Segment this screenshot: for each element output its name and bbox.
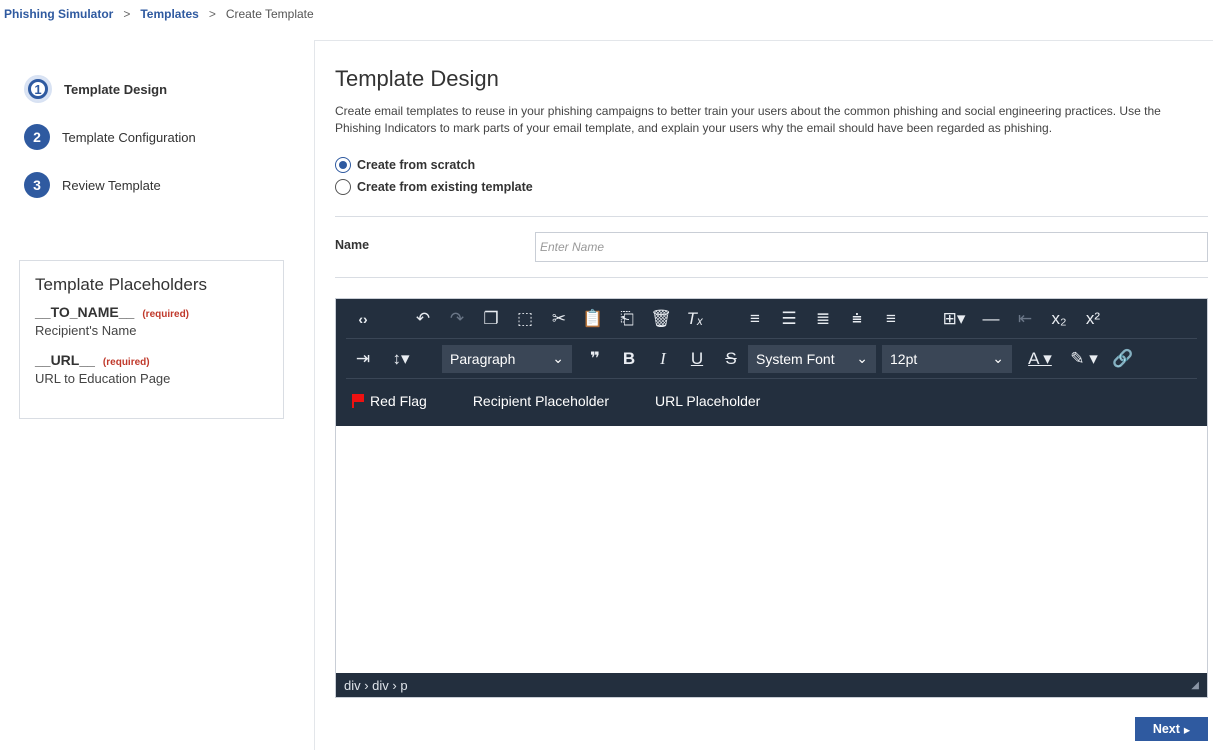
subscript-icon[interactable]: x₂	[1042, 304, 1076, 334]
indent-icon[interactable]: ⇥	[346, 344, 380, 374]
cut-icon[interactable]: ✂	[542, 304, 576, 334]
chevron-down-icon: ⌄	[552, 350, 564, 366]
template-placeholders-panel: Template Placeholders __TO_NAME__ (requi…	[19, 260, 284, 419]
breadcrumb-current: Create Template	[225, 7, 314, 21]
breadcrumb-templates[interactable]: Templates	[140, 7, 198, 21]
radio-button-selected[interactable]	[335, 157, 351, 173]
next-label: Next	[1152, 722, 1180, 736]
undo-icon[interactable]: ↶	[406, 304, 440, 334]
clear-formatting-icon[interactable]: Tₓ	[678, 304, 712, 334]
editor-content-area[interactable]	[336, 426, 1207, 673]
resize-handle-icon[interactable]: ◢	[1191, 680, 1199, 691]
align-center-icon[interactable]: ≡	[738, 304, 772, 334]
radio-create-from-scratch[interactable]: Create from scratch	[335, 157, 475, 173]
step-template-design[interactable]: 1 Template Design	[24, 75, 196, 103]
step-number: 3	[24, 172, 50, 198]
italic-icon[interactable]: I	[646, 344, 680, 374]
table-icon[interactable]: ⊞▾	[934, 304, 974, 334]
strike-lines-icon[interactable]: ⩧	[840, 304, 874, 334]
align-justify-icon[interactable]: ☰	[772, 304, 806, 334]
radio-button[interactable]	[335, 179, 351, 195]
text-color-icon[interactable]: A ▾	[1018, 344, 1062, 374]
next-button[interactable]: Next ▸	[1135, 717, 1208, 741]
breadcrumb: Phishing Simulator > Templates > Create …	[4, 7, 314, 21]
paste-text-icon[interactable]: ⎗	[610, 304, 644, 334]
align-left-icon[interactable]: ≣	[806, 304, 840, 334]
toolbar-row-2: ⇥ ↕▾ Paragraph ⌄ ❞ B I U S System Font ⌄…	[346, 339, 1197, 379]
copy-icon[interactable]: ❐	[474, 304, 508, 334]
align-right-icon[interactable]: ≡	[874, 304, 908, 334]
toolbar-row-3: Red Flag Recipient Placeholder URL Place…	[346, 379, 1197, 423]
source-code-icon[interactable]: ‹›	[346, 304, 380, 334]
font-size-select[interactable]: 12pt ⌄	[882, 344, 1012, 373]
breadcrumb-phishing-simulator[interactable]: Phishing Simulator	[4, 7, 113, 21]
url-placeholder-button[interactable]: URL Placeholder	[649, 393, 760, 409]
select-all-icon[interactable]: ⬚	[508, 304, 542, 334]
placeholder-key: __TO_NAME__	[35, 304, 135, 320]
underline-icon[interactable]: U	[680, 344, 714, 374]
red-flag-button[interactable]: Red Flag	[346, 393, 427, 409]
block-format-value: Paragraph	[450, 350, 516, 367]
superscript-icon[interactable]: x²	[1076, 304, 1110, 334]
horizontal-line-icon[interactable]: —	[974, 304, 1008, 334]
step-label: Template Design	[64, 81, 168, 97]
step-number: 2	[24, 124, 50, 150]
editor-statusbar: div › div › p ◢	[336, 673, 1207, 697]
step-label: Template Configuration	[62, 129, 196, 145]
page-description: Create email templates to reuse in your …	[335, 104, 1161, 135]
step-review-template[interactable]: 3 Review Template	[24, 172, 196, 198]
block-format-select[interactable]: Paragraph ⌄	[442, 344, 572, 373]
rich-text-editor: ‹› ↶ ↷ ❐ ⬚ ✂ 📋 ⎗ 🗑 Tₓ ≡ ☰ ≣ ⩧ ≡ ⊞▾ — ⇤ x…	[335, 298, 1208, 698]
radio-label: Create from existing template	[357, 180, 533, 194]
required-badge: (required)	[142, 309, 190, 320]
step-label: Review Template	[62, 177, 161, 193]
outdent-icon[interactable]: ⇤	[1008, 304, 1042, 334]
name-label: Name	[335, 238, 370, 252]
red-flag-label: Red Flag	[370, 393, 427, 409]
divider	[335, 216, 1208, 217]
element-path[interactable]: div › div › p	[344, 678, 408, 693]
font-size-value: 12pt	[890, 350, 918, 367]
radio-create-from-existing[interactable]: Create from existing template	[335, 179, 533, 195]
font-family-value: System Font	[756, 350, 835, 367]
paste-icon[interactable]: 📋	[576, 304, 610, 334]
step-template-configuration[interactable]: 2 Template Configuration	[24, 124, 196, 150]
placeholder-description: URL to Education Page	[35, 371, 171, 386]
chevron-down-icon: ⌄	[992, 350, 1004, 366]
font-family-select[interactable]: System Font ⌄	[748, 344, 876, 373]
caret-right-icon: ▸	[1183, 722, 1191, 737]
highlight-color-icon[interactable]: ✎ ▾	[1062, 344, 1106, 374]
strikethrough-icon[interactable]: S	[714, 344, 748, 374]
placeholders-title: Template Placeholders	[35, 275, 207, 294]
blockquote-icon[interactable]: ❞	[578, 344, 612, 374]
editor-toolbar: ‹› ↶ ↷ ❐ ⬚ ✂ 📋 ⎗ 🗑 Tₓ ≡ ☰ ≣ ⩧ ≡ ⊞▾ — ⇤ x…	[336, 299, 1207, 426]
placeholder-description: Recipient's Name	[35, 323, 137, 338]
link-icon[interactable]: 🔗	[1106, 344, 1140, 374]
divider	[335, 277, 1208, 278]
bold-icon[interactable]: B	[612, 344, 646, 374]
red-flag-icon	[352, 394, 364, 408]
placeholder-url: __URL__ (required)	[35, 352, 268, 368]
recipient-placeholder-button[interactable]: Recipient Placeholder	[467, 393, 609, 409]
redo-icon[interactable]: ↷	[440, 304, 474, 334]
page-title: Template Design	[335, 66, 499, 91]
delete-icon[interactable]: 🗑	[644, 304, 678, 334]
chevron-down-icon: ⌄	[856, 350, 868, 366]
line-height-icon[interactable]: ↕▾	[380, 344, 422, 374]
step-number: 1	[28, 79, 48, 99]
breadcrumb-separator: >	[123, 7, 131, 21]
radio-label: Create from scratch	[357, 158, 476, 172]
name-input[interactable]: Enter Name	[535, 232, 1208, 262]
toolbar-row-1: ‹› ↶ ↷ ❐ ⬚ ✂ 📋 ⎗ 🗑 Tₓ ≡ ☰ ≣ ⩧ ≡ ⊞▾ — ⇤ x…	[346, 299, 1197, 339]
step-indicator: 1	[24, 75, 52, 103]
breadcrumb-separator: >	[208, 7, 216, 21]
main-panel: Template Design Create email templates t…	[314, 40, 1213, 750]
required-badge: (required)	[102, 357, 150, 368]
placeholder-to-name: __TO_NAME__ (required)	[35, 304, 268, 320]
wizard-steps: 1 Template Design 2 Template Configurati…	[24, 75, 196, 220]
placeholder-key: __URL__	[35, 352, 95, 368]
